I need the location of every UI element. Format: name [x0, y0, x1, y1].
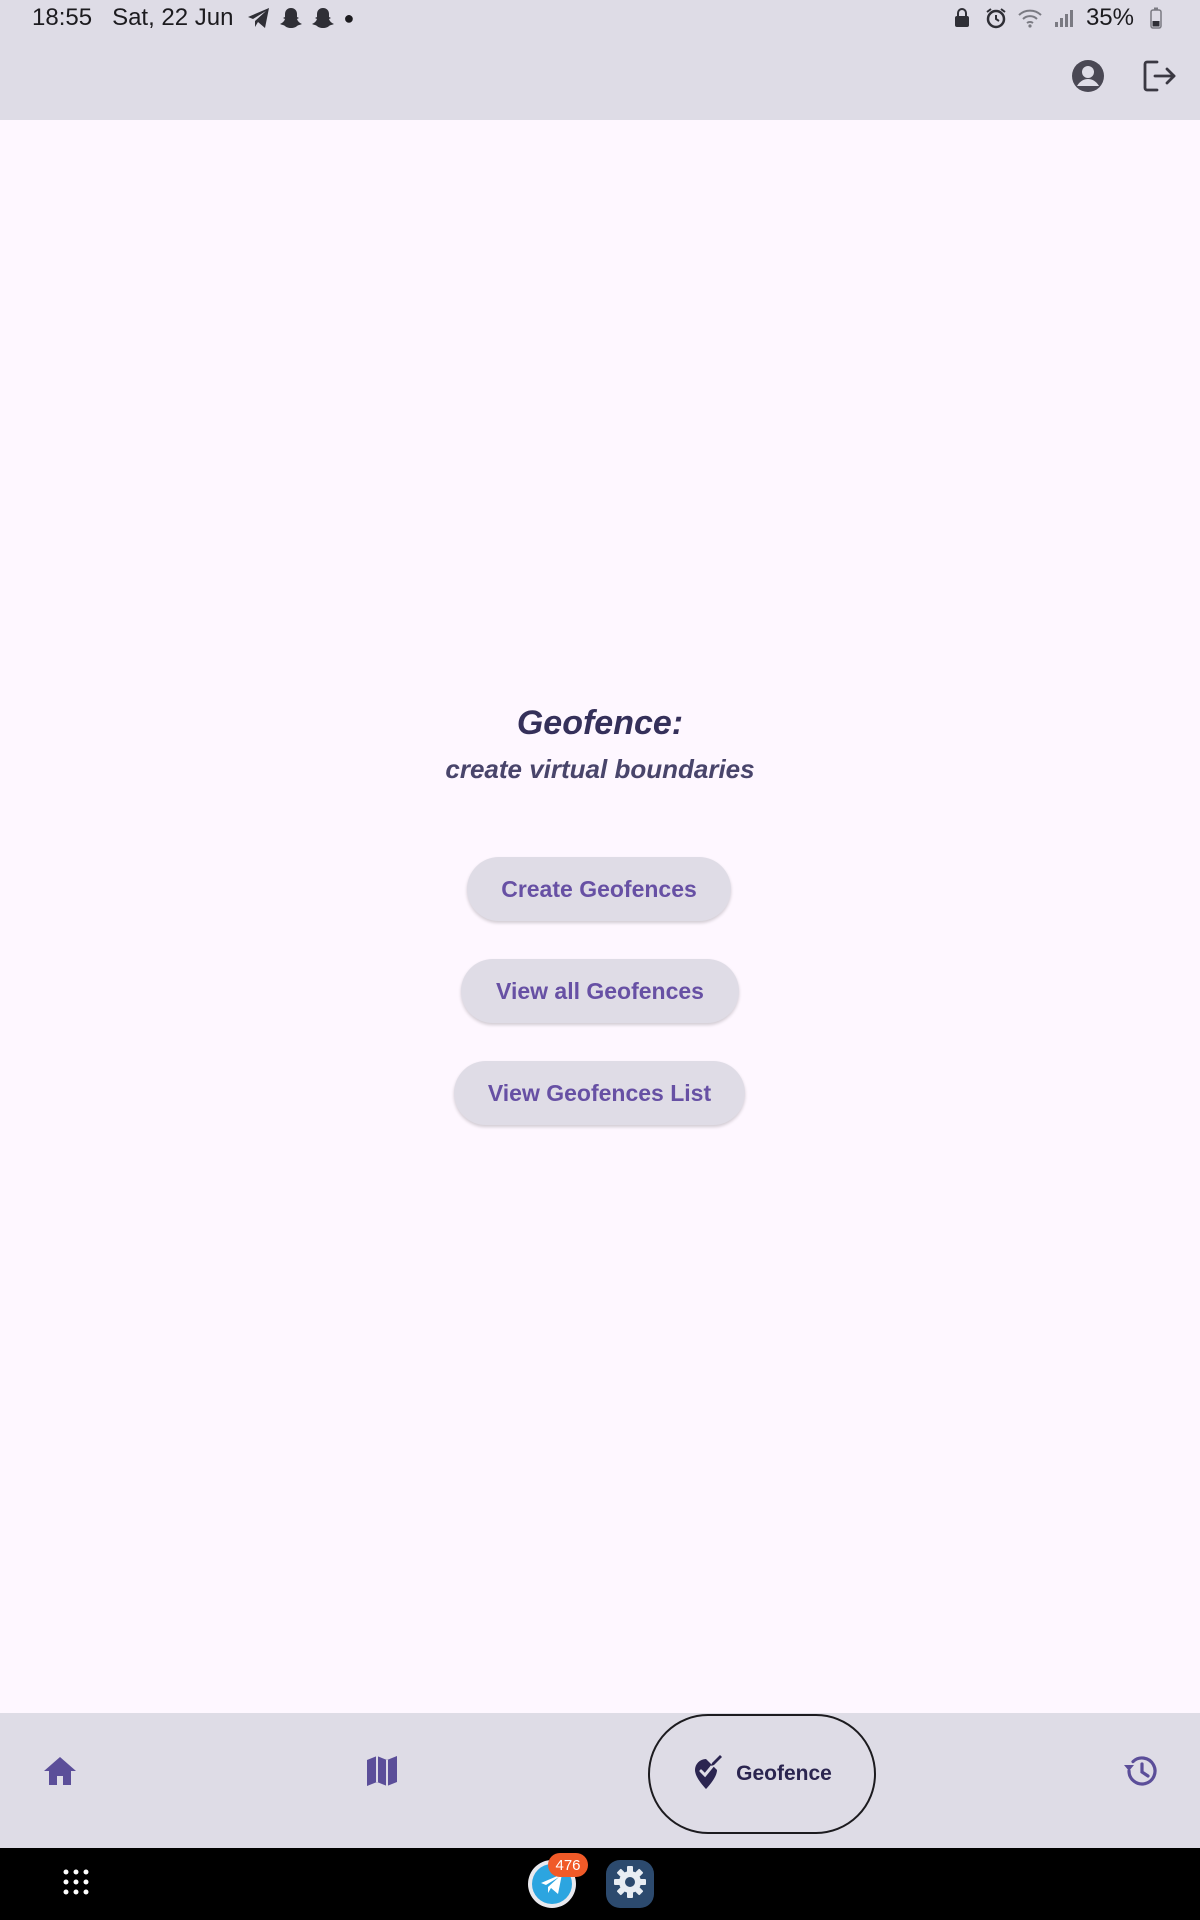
bottom-navigation: Geofence — [0, 1713, 1200, 1848]
battery-icon — [1144, 6, 1168, 30]
battery-percent: 35% — [1085, 4, 1134, 31]
nav-home[interactable] — [28, 1741, 92, 1805]
wifi-icon — [1018, 6, 1042, 30]
status-right: 35% — [950, 4, 1168, 32]
main-content: Geofence: create virtual boundaries Crea… — [0, 120, 1200, 1713]
status-date: Sat, 22 Jun — [112, 4, 234, 31]
snapchat-icon — [311, 6, 335, 30]
history-icon — [1121, 1754, 1159, 1793]
signal-icon — [1052, 6, 1076, 30]
nav-geofence-label: Geofence — [736, 1762, 832, 1785]
telegram-icon — [247, 6, 271, 30]
nav-map[interactable] — [350, 1741, 414, 1805]
lock-icon — [950, 6, 974, 30]
screen: 18:55 Sat, 22 Jun ● 35% Geofence: create… — [0, 0, 1200, 1920]
telegram-badge: 476 — [548, 1853, 588, 1877]
page-subtitle: create virtual boundaries — [445, 754, 755, 784]
system-navigation-bar — [0, 1848, 1200, 1920]
view-geofences-list-button[interactable]: View Geofences List — [454, 1061, 745, 1125]
logout-button[interactable] — [1136, 54, 1184, 102]
status-time: 18:55 — [32, 4, 93, 31]
alarm-icon — [984, 6, 1008, 30]
settings-app-icon — [613, 1865, 647, 1904]
notification-icons: ● — [247, 6, 354, 30]
create-geofences-button[interactable]: Create Geofences — [467, 857, 731, 921]
logout-icon — [1143, 60, 1177, 97]
status-left: 18:55 Sat, 22 Jun — [32, 4, 233, 32]
app-bar — [0, 36, 1200, 120]
settings-app-button[interactable] — [606, 1860, 654, 1908]
page-title: Geofence: — [516, 704, 684, 742]
account-button[interactable] — [1064, 54, 1112, 102]
map-icon — [365, 1754, 399, 1793]
account-circle-icon — [1071, 59, 1105, 98]
home-icon — [42, 1755, 78, 1792]
dot-icon: ● — [343, 7, 355, 28]
snapchat-icon — [279, 6, 303, 30]
geofence-pin-icon — [692, 1753, 724, 1796]
app-drawer-button[interactable] — [56, 1864, 96, 1904]
status-bar: 18:55 Sat, 22 Jun ● 35% — [0, 0, 1200, 36]
view-all-geofences-button[interactable]: View all Geofences — [461, 959, 739, 1023]
nav-history[interactable] — [1108, 1741, 1172, 1805]
nav-geofence[interactable]: Geofence — [648, 1714, 876, 1834]
app-drawer-icon — [63, 1869, 89, 1900]
